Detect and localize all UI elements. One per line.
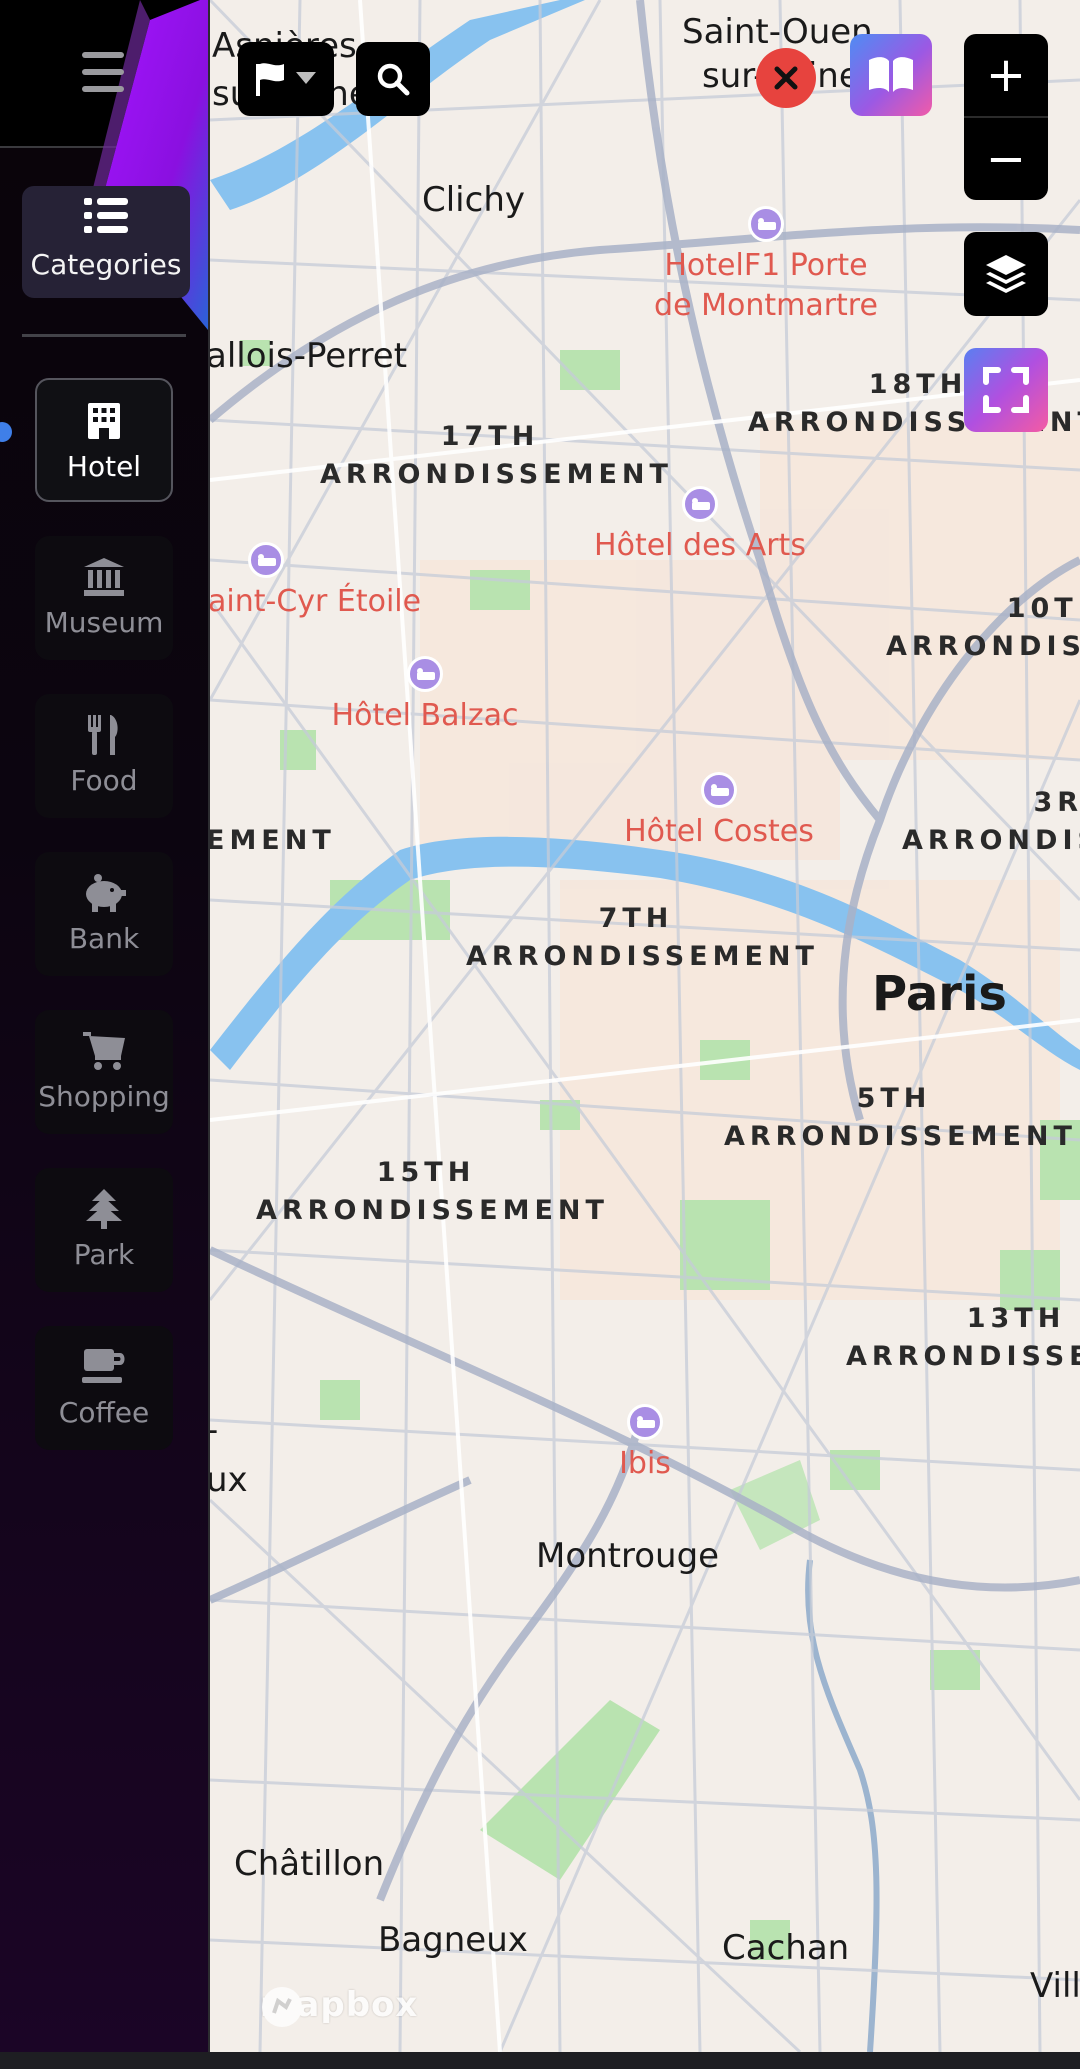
zoom-out-button[interactable]: − xyxy=(964,118,1048,200)
categories-label: Categories xyxy=(30,248,182,281)
poi-label: Ibis xyxy=(619,1446,671,1481)
place-label-cachan: Cachan xyxy=(722,1928,850,1968)
layers-icon xyxy=(986,255,1026,293)
arrondissement-label-3rd: 3RDARRONDISSEMENT xyxy=(902,787,1080,856)
poi-label: aint-Cyr Étoile xyxy=(208,584,422,619)
place-label-levallois: allois-Perret xyxy=(206,336,408,376)
list-icon xyxy=(22,186,190,238)
place-label-chatillon: Châtillon xyxy=(234,1844,385,1884)
hotel-pin-icon xyxy=(407,656,443,692)
category-label: Hotel xyxy=(66,450,142,483)
arrondissement-label-17th: 17TH ARRONDISSEMENT xyxy=(320,421,673,490)
place-label-clichy: Clichy xyxy=(422,180,525,220)
app-root: Asnières- sur-Seine Saint-Ouen sur-Seine… xyxy=(0,0,1080,2052)
arrondissement-label-13th: 13THARRONDISSEMENT xyxy=(846,1303,1080,1372)
chevron-down-icon xyxy=(296,72,316,84)
poi-ibis[interactable]: Ibis xyxy=(590,1404,700,1484)
zoom-controls: + − xyxy=(964,34,1048,200)
close-button[interactable] xyxy=(756,48,816,108)
tree-icon xyxy=(35,1186,173,1232)
category-label: Coffee xyxy=(58,1396,150,1429)
hamburger-menu-button[interactable] xyxy=(82,52,124,92)
active-indicator-dot xyxy=(0,422,12,442)
poi-label: HotelF1 Porte de Montmartre xyxy=(654,248,878,323)
system-bottom-bar xyxy=(0,2052,1080,2069)
categories-button[interactable]: Categories xyxy=(22,186,190,298)
utensils-icon xyxy=(35,712,173,758)
guide-book-button[interactable] xyxy=(850,34,932,116)
building-icon xyxy=(37,398,171,444)
poi-hotel-costes[interactable]: Hôtel Costes xyxy=(604,772,834,852)
category-item-bank[interactable]: Bank xyxy=(35,852,173,976)
poi-saint-cyr-etoile[interactable]: aint-Cyr Étoile xyxy=(208,542,448,622)
category-item-museum[interactable]: Museum xyxy=(35,536,173,660)
category-label: Food xyxy=(70,764,138,797)
arrondissement-label-7th: 7TH ARRONDISSEMENT xyxy=(466,903,819,972)
place-label-montrouge: Montrouge xyxy=(536,1536,720,1576)
place-label-ux: ux xyxy=(206,1460,248,1500)
sidebar-divider xyxy=(22,334,186,337)
search-button[interactable] xyxy=(356,42,430,116)
category-item-food[interactable]: Food xyxy=(35,694,173,818)
hotel-pin-icon xyxy=(248,542,284,578)
zoom-in-button[interactable]: + xyxy=(964,34,1048,116)
poi-hotel-balzac[interactable]: Hôtel Balzac xyxy=(310,656,540,736)
arrondissement-label-5th: 5TH ARRONDISSEMENT xyxy=(724,1083,1077,1152)
flag-icon xyxy=(256,63,316,96)
place-label-bagneux: Bagneux xyxy=(378,1920,528,1960)
hotel-pin-icon xyxy=(682,486,718,522)
poi-hotel-des-arts[interactable]: Hôtel des Arts xyxy=(580,486,820,566)
mapbox-attribution[interactable]: mapbox xyxy=(260,1985,418,2027)
category-label: Park xyxy=(73,1238,135,1271)
hotel-pin-icon xyxy=(701,772,737,808)
arrondissement-label-15th: 15TH ARRONDISSEMENT xyxy=(256,1157,609,1226)
fullscreen-button[interactable] xyxy=(964,348,1048,432)
category-sidebar: Categories Hotel Museum Food Bank Shoppi… xyxy=(0,0,210,2052)
place-label-vill: Vill xyxy=(1030,1966,1080,2006)
arrondissement-label-partial: EMENT xyxy=(206,825,336,856)
museum-icon xyxy=(35,554,173,600)
arrondissement-label-10th: 10THARRONDISSEMENT xyxy=(886,593,1080,662)
search-icon xyxy=(377,63,410,96)
poi-label: Hôtel des Arts xyxy=(594,528,806,563)
book-open-icon xyxy=(869,57,913,92)
map-layers-button[interactable] xyxy=(964,232,1048,316)
mapbox-logo-icon xyxy=(262,1987,302,2027)
category-label: Museum xyxy=(44,606,164,639)
cart-icon xyxy=(35,1028,173,1074)
category-item-shopping[interactable]: Shopping xyxy=(35,1010,173,1134)
place-label-saint-ouen: Saint-Ouen xyxy=(682,12,873,52)
category-item-park[interactable]: Park xyxy=(35,1168,173,1292)
poi-hotelf1[interactable]: HotelF1 Porte de Montmartre xyxy=(646,206,886,326)
category-item-hotel[interactable]: Hotel xyxy=(35,378,173,502)
close-icon xyxy=(774,66,798,90)
category-label: Shopping xyxy=(38,1080,170,1113)
place-label-paris: Paris xyxy=(872,966,1007,1022)
piggy-bank-icon xyxy=(35,870,173,916)
poi-label: Hôtel Balzac xyxy=(331,698,519,733)
flag-dropdown-button[interactable] xyxy=(238,42,334,116)
hotel-pin-icon xyxy=(627,1404,663,1440)
category-item-coffee[interactable]: Coffee xyxy=(35,1326,173,1450)
hotel-pin-icon xyxy=(748,206,784,242)
coffee-icon xyxy=(35,1344,173,1390)
expand-icon xyxy=(983,367,1029,413)
category-label: Bank xyxy=(68,922,140,955)
poi-label: Hôtel Costes xyxy=(624,814,814,849)
